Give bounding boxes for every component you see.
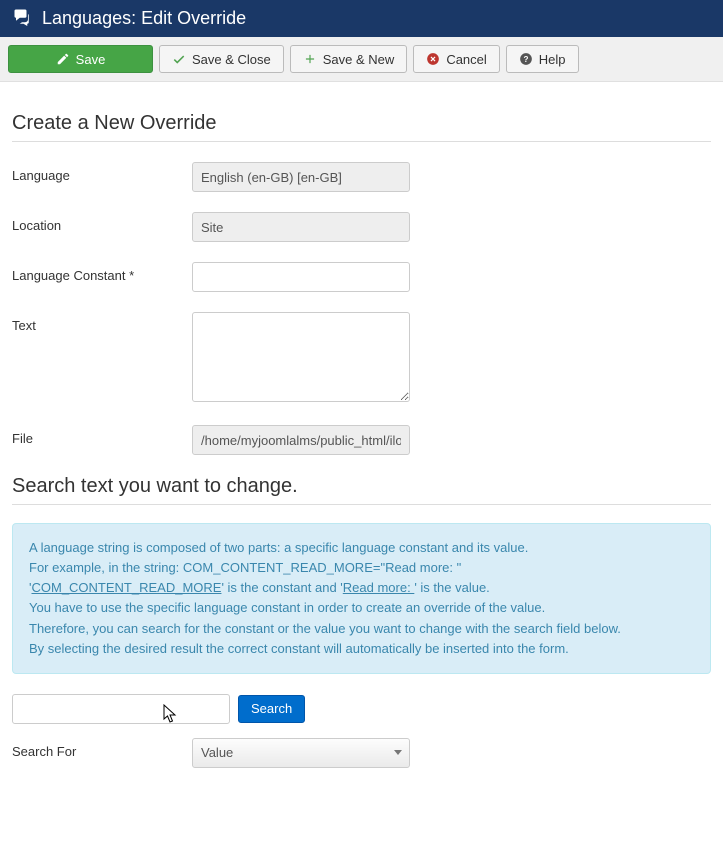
constant-input[interactable] [192, 262, 410, 292]
info-box: A language string is composed of two par… [12, 523, 711, 674]
page-header: Languages: Edit Override [0, 0, 723, 37]
cancel-label: Cancel [446, 52, 486, 67]
info-line3: 'COM_CONTENT_READ_MORE' is the constant … [29, 578, 694, 598]
location-field [192, 212, 410, 242]
help-button[interactable]: ? Help [506, 45, 579, 73]
info-line4: You have to use the specific language co… [29, 598, 694, 618]
comments-icon [12, 8, 32, 29]
save-new-button[interactable]: Save & New [290, 45, 408, 73]
main-content: Create a New Override Language Location … [0, 82, 723, 800]
row-constant: Language Constant * [12, 262, 711, 292]
apply-icon [56, 52, 70, 66]
row-search-for: Search For Value [12, 738, 711, 768]
save-new-label: Save & New [323, 52, 395, 67]
row-file: File [12, 425, 711, 455]
row-text: Text [12, 312, 711, 405]
check-icon [172, 52, 186, 66]
search-for-select[interactable]: Value [192, 738, 410, 768]
search-input[interactable] [12, 694, 230, 724]
info-line5: Therefore, you can search for the consta… [29, 619, 694, 639]
save-close-button[interactable]: Save & Close [159, 45, 284, 73]
file-field [192, 425, 410, 455]
save-close-label: Save & Close [192, 52, 271, 67]
svg-text:?: ? [523, 55, 528, 64]
text-input[interactable] [192, 312, 410, 402]
label-search-for: Search For [12, 738, 192, 759]
help-label: Help [539, 52, 566, 67]
help-icon: ? [519, 52, 533, 66]
search-button[interactable]: Search [238, 695, 305, 723]
info-line2: For example, in the string: COM_CONTENT_… [29, 558, 694, 578]
search-button-label: Search [251, 701, 292, 716]
page-title: Languages: Edit Override [42, 8, 246, 29]
info-link-constant[interactable]: COM_CONTENT_READ_MORE [31, 580, 221, 595]
info-line1: A language string is composed of two par… [29, 538, 694, 558]
info-line6: By selecting the desired result the corr… [29, 639, 694, 659]
plus-icon [303, 52, 317, 66]
section-search-title: Search text you want to change. [12, 475, 711, 505]
label-constant: Language Constant * [12, 262, 192, 283]
search-row: Search [12, 694, 711, 724]
label-language: Language [12, 162, 192, 183]
section-create-title: Create a New Override [12, 112, 711, 142]
row-language: Language [12, 162, 711, 192]
cancel-button[interactable]: Cancel [413, 45, 499, 73]
label-location: Location [12, 212, 192, 233]
info-link-value[interactable]: Read more: [343, 580, 415, 595]
label-file: File [12, 425, 192, 446]
language-field [192, 162, 410, 192]
toolbar: Save Save & Close Save & New Cancel ? He… [0, 37, 723, 82]
label-text: Text [12, 312, 192, 333]
row-location: Location [12, 212, 711, 242]
save-button[interactable]: Save [8, 45, 153, 73]
save-label: Save [76, 52, 106, 67]
cancel-icon [426, 52, 440, 66]
